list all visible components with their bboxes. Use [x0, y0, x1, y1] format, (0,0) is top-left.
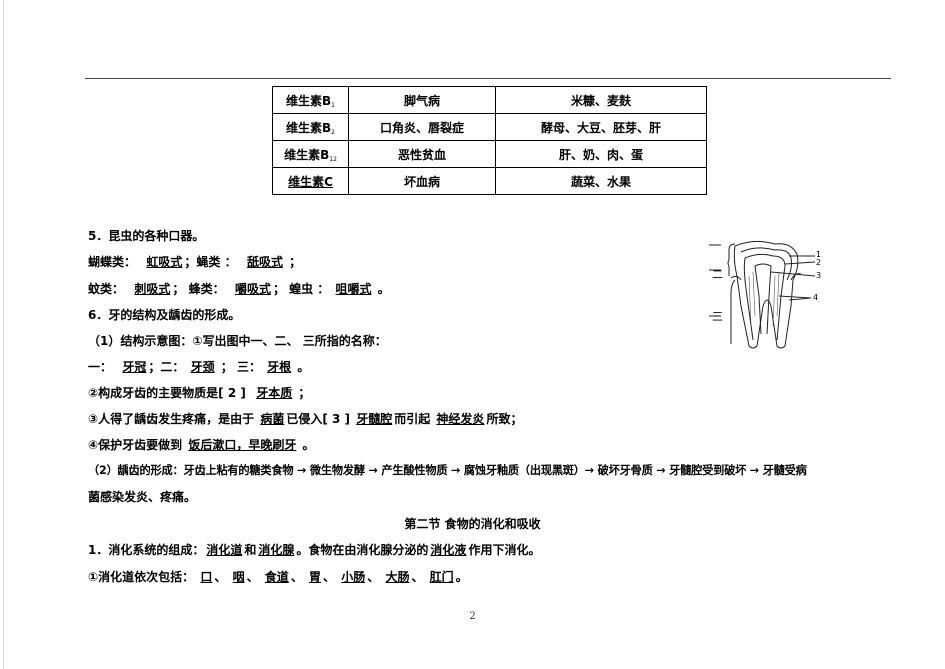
section-title: 第二节 食物的消化和吸收 — [404, 517, 541, 531]
table-row: 维生素B12 恶性贫血 肝、奶、肉、蛋 — [272, 140, 707, 168]
label-two: 二 — [712, 268, 723, 281]
label-n4: 4 — [813, 293, 819, 302]
table-row: 维生素B2 口角炎、唇裂症 酵母、大豆、胚芽、肝 — [272, 113, 707, 141]
disease-cell: 恶性贫血 — [348, 140, 496, 168]
vitamin-cell: 维生素C — [272, 167, 349, 195]
tooth-diagram — [709, 240, 816, 349]
q5-line2: 蚊类： 刺吸式； 蜂类： 嚼吸式； 蝗虫 ： 咀嚼式 。 — [88, 282, 390, 296]
q6-pain-cause: ③人得了龋齿发生疼痛，是由于 病菌 已侵入[ 3 ] 牙髓腔 而引起 神经发炎 所致； — [88, 412, 523, 426]
source-cell: 米糠、麦麸 — [495, 86, 707, 114]
disease-cell: 口角炎、唇裂症 — [348, 113, 496, 141]
header-rule — [85, 78, 891, 79]
q6-main-substance: ②构成牙齿的主要物质是[ 2 ] 牙本质 ； — [88, 386, 311, 400]
tooth-structure-figure: 二 三 1 2 3 4 — [705, 236, 823, 354]
digestive-system-composition: 1．消化系统的组成： 消化道和消化腺 。食物在由消化腺分泌的 消化液 作用下消化。 — [88, 543, 541, 557]
label-three: 三 — [712, 310, 723, 323]
label-n2: 2 — [816, 258, 822, 267]
disease-cell: 坏血病 — [348, 167, 496, 195]
label-n3: 3 — [816, 271, 822, 280]
vitamin-cell: 维生素B2 — [272, 113, 349, 141]
vitamin-cell: 维生素B12 — [272, 140, 349, 168]
table-row: 维生素B1 脚气病 米糠、麦麸 — [272, 86, 707, 114]
q6-caries-process: （2）龋齿的形成：牙齿上粘有的糖类食物 → 微生物发酵 → 产生酸性物质 → 腐… — [88, 464, 807, 477]
q5-title: 5．昆虫的各种口器。 — [88, 229, 205, 243]
table-row: 维生素C 坏血病 蔬菜、水果 — [272, 167, 707, 195]
source-cell: 蔬菜、水果 — [495, 167, 707, 195]
vitamin-table: 维生素B1 脚气病 米糠、麦麸 维生素B2 口角炎、唇裂症 酵母、大豆、胚芽、肝… — [272, 86, 707, 195]
source-cell: 酵母、大豆、胚芽、肝 — [495, 113, 707, 141]
q6-structure-prompt: （1）结构示意图：①写出图中一、二、 三所指的名称： — [88, 334, 387, 348]
q6-tooth-names: 一： 牙冠 ；二： 牙颈 ； 三： 牙根 。 — [88, 360, 310, 374]
q6-caries-process-cont: 菌感染发炎、疼痛。 — [88, 490, 197, 504]
source-cell: 肝、奶、肉、蛋 — [495, 140, 707, 168]
disease-cell: 脚气病 — [348, 86, 496, 114]
page-number: 2 — [469, 611, 476, 622]
q6-protection: ④保护牙齿要做到 饭后漱口，早晚刷牙 。 — [88, 438, 315, 452]
vitamin-cell: 维生素B1 — [272, 86, 349, 114]
digestive-tract-order: ①消化道依次包括： 口、 咽、 食道、 胃、 小肠、 大肠、 肛门。 — [88, 570, 468, 584]
q5-line1: 蝴蝶类： 虹吸式 ；蝇类 ： 舐吸式 ； — [88, 255, 302, 269]
q6-title: 6．牙的结构及龋齿的形成。 — [88, 308, 241, 322]
